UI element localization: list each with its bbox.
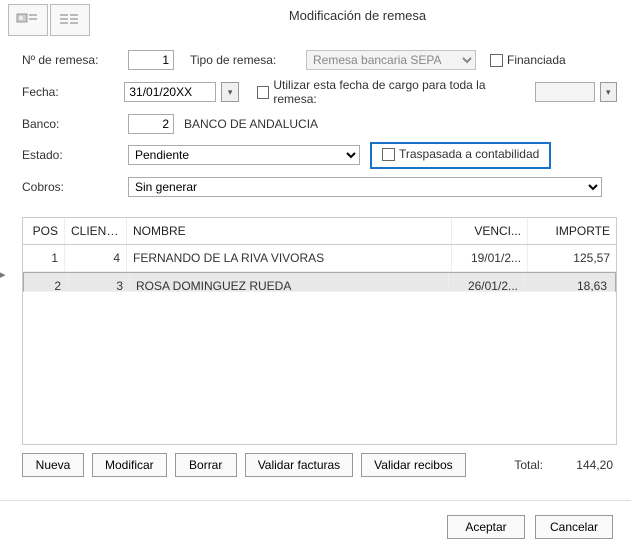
btn-borrar[interactable]: Borrar (175, 453, 237, 477)
btn-validar-facturas[interactable]: Validar facturas (245, 453, 353, 477)
input-num-remesa[interactable] (128, 50, 174, 70)
remesa-table: POS CLIENTE NOMBRE VENCI... IMPORTE 14FE… (22, 217, 617, 445)
btn-aceptar[interactable]: Aceptar (447, 515, 525, 539)
date-cargo-picker-icon[interactable]: ▾ (600, 82, 617, 102)
label-estado: Estado: (22, 148, 122, 162)
select-estado[interactable]: Pendiente (128, 145, 360, 165)
checkbox-usar-fecha[interactable]: Utilizar esta fecha de cargo para toda l… (257, 78, 523, 106)
input-banco-num[interactable] (128, 114, 174, 134)
label-usar-fecha: Utilizar esta fecha de cargo para toda l… (273, 78, 522, 106)
checkbox-financiada[interactable]: Financiada (490, 53, 566, 67)
highlight-traspasada: Traspasada a contabilidad (370, 142, 551, 169)
scroll-left-indicator: ▸ (0, 268, 6, 281)
col-cliente[interactable]: CLIENTE (65, 218, 127, 244)
label-num-remesa: Nº de remesa: (22, 53, 122, 67)
btn-cancelar[interactable]: Cancelar (535, 515, 613, 539)
toolbar-icon-1[interactable] (8, 4, 48, 36)
toolbar-icon-2[interactable] (50, 4, 90, 36)
value-total: 144,20 (557, 458, 617, 472)
col-pos[interactable]: POS (23, 218, 65, 244)
col-importe[interactable]: IMPORTE (528, 218, 616, 244)
input-fecha-cargo (535, 82, 595, 102)
col-nombre[interactable]: NOMBRE (127, 218, 452, 244)
btn-nueva[interactable]: Nueva (22, 453, 84, 477)
label-financiada: Financiada (507, 53, 566, 67)
window-title: Modificación de remesa (92, 4, 623, 23)
checkbox-traspasada[interactable]: Traspasada a contabilidad (382, 147, 539, 161)
btn-validar-recibos[interactable]: Validar recibos (361, 453, 465, 477)
select-cobros[interactable]: Sin generar (128, 177, 602, 197)
text-banco-nombre: BANCO DE ANDALUCIA (180, 117, 318, 131)
table-row[interactable]: 23ROSA DOMINGUEZ RUEDA26/01/2...18,63 (23, 272, 616, 292)
label-cobros: Cobros: (22, 180, 122, 194)
date-picker-icon[interactable]: ▾ (221, 82, 238, 102)
table-row[interactable]: 14FERNANDO DE LA RIVA VIVORAS19/01/2...1… (23, 245, 616, 272)
label-fecha: Fecha: (22, 85, 118, 99)
label-tipo-remesa: Tipo de remesa: (190, 53, 300, 67)
label-banco: Banco: (22, 117, 122, 131)
label-traspasada: Traspasada a contabilidad (399, 147, 539, 161)
label-total: Total: (514, 458, 543, 472)
select-tipo-remesa[interactable]: Remesa bancaria SEPA (306, 50, 476, 70)
btn-modificar[interactable]: Modificar (92, 453, 167, 477)
col-venci[interactable]: VENCI... (452, 218, 528, 244)
input-fecha[interactable] (124, 82, 216, 102)
